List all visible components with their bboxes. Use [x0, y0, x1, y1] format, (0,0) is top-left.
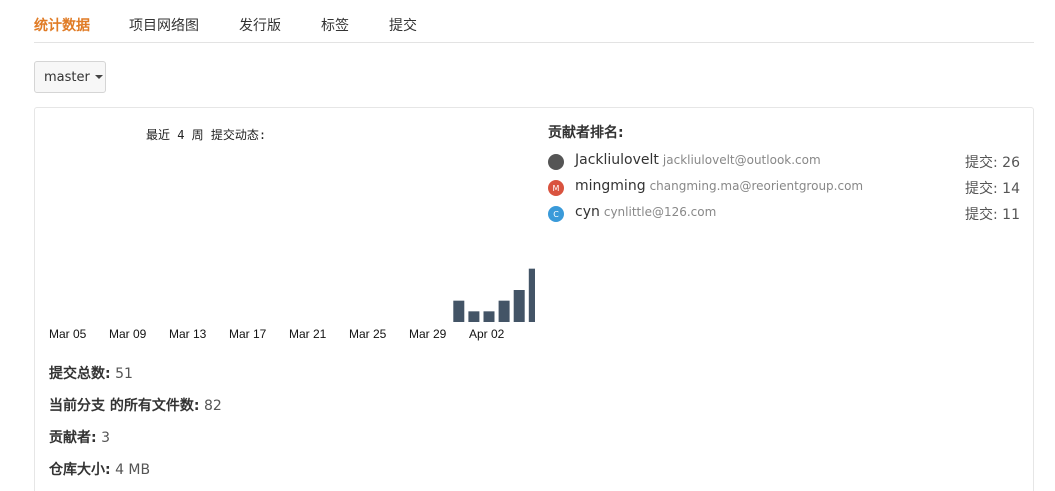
stat-total-commits: 提交总数: 51	[49, 363, 133, 383]
contributor-row: M mingming changming.ma@reorientgroup.com…	[548, 178, 1020, 198]
tab-tags[interactable]: 标签	[321, 15, 349, 35]
avatar[interactable]	[548, 154, 564, 170]
chart-bar[interactable]	[513, 290, 525, 322]
chart-bar[interactable]	[453, 300, 465, 322]
x-tick-label: Mar 09	[109, 327, 147, 341]
contributor-email: changming.ma@reorientgroup.com	[649, 179, 864, 193]
stat-repo-size-value: 4 MB	[115, 462, 151, 478]
x-tick-label: Apr 02	[469, 327, 505, 341]
branch-selector[interactable]: master	[34, 61, 106, 93]
x-tick-label: Mar 05	[49, 327, 87, 341]
chart-bar[interactable]	[528, 268, 535, 322]
x-tick-label: Mar 17	[229, 327, 267, 341]
stat-file-count-label: 当前分支 的所有文件数:	[49, 398, 200, 414]
avatar[interactable]: C	[548, 206, 564, 222]
stat-total-commits-value: 51	[115, 366, 133, 382]
repo-nav-tabs: 统计数据 项目网络图 发行版 标签 提交	[34, 0, 1034, 43]
avatar[interactable]: M	[548, 180, 564, 196]
chart-bar[interactable]	[468, 311, 480, 322]
x-tick-label: Mar 13	[169, 327, 207, 341]
branch-label: master	[44, 69, 90, 85]
contributor-email: cynlittle@126.com	[603, 205, 717, 219]
contributor-commit-count: 提交: 26	[965, 155, 1020, 171]
tab-network-graph[interactable]: 项目网络图	[129, 15, 199, 35]
stat-contributors-label: 贡献者:	[49, 430, 97, 446]
contributor-commit-count: 提交: 11	[965, 207, 1020, 223]
contributors-title: 贡献者排名:	[548, 125, 624, 141]
contributor-name[interactable]: cyn	[575, 204, 600, 220]
contributor-row: C cyn cynlittle@126.com 提交: 11	[548, 204, 1020, 224]
tab-releases[interactable]: 发行版	[239, 15, 281, 35]
contributor-commit-count: 提交: 14	[965, 181, 1020, 197]
contributor-name[interactable]: Jackliulovelt	[575, 152, 659, 168]
stat-contributors-value: 3	[101, 430, 110, 446]
stat-repo-size: 仓库大小: 4 MB	[49, 459, 150, 479]
x-tick-label: Mar 21	[289, 327, 327, 341]
chart-bar[interactable]	[498, 300, 510, 322]
stat-contributors: 贡献者: 3	[49, 427, 110, 447]
stat-file-count: 当前分支 的所有文件数: 82	[49, 395, 222, 415]
caret-down-icon	[94, 75, 103, 79]
contributor-email: jackliulovelt@outlook.com	[662, 153, 821, 167]
x-tick-label: Mar 25	[349, 327, 387, 341]
tab-commits[interactable]: 提交	[389, 15, 417, 35]
stat-repo-size-label: 仓库大小:	[49, 462, 111, 478]
contributor-name[interactable]: mingming	[575, 178, 646, 194]
statistics-panel: 最近 4 周 提交动态: Mar 05 Mar 09 Mar 13 Mar 17 Mar…	[34, 107, 1034, 491]
tab-statistics[interactable]: 统计数据	[34, 15, 90, 35]
x-tick-label: Mar 29	[409, 327, 447, 341]
commit-activity-chart: Mar 05 Mar 09 Mar 13 Mar 17 Mar 21 Mar 25 Mar …	[49, 268, 535, 341]
contributor-row: Jackliulovelt jackliulovelt@outlook.com 提…	[548, 152, 1020, 172]
stat-total-commits-label: 提交总数:	[49, 366, 111, 382]
stat-file-count-value: 82	[203, 398, 222, 414]
chart-bar[interactable]	[483, 311, 495, 322]
